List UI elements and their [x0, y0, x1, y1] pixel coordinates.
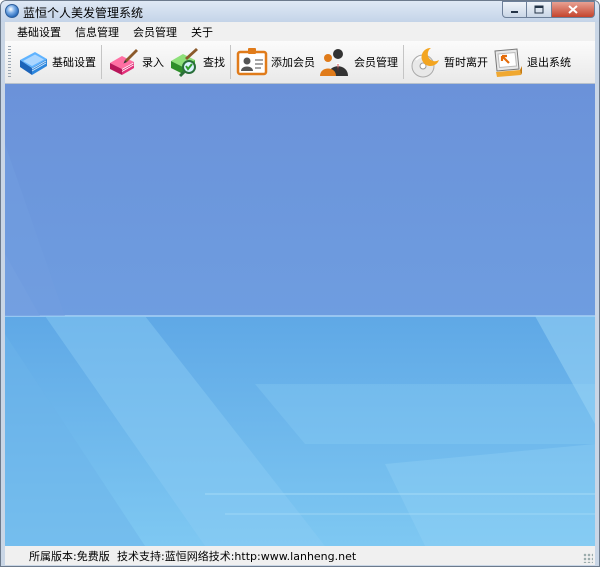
basic-settings-button[interactable]: 基础设置: [15, 43, 98, 81]
blue-book-icon: [20, 52, 47, 75]
member-management-button[interactable]: 会员管理: [317, 43, 400, 81]
support-status: 技术支持:蓝恒网络技术:http:www.lanheng.net: [117, 549, 357, 563]
background-pattern: [5, 84, 595, 546]
window-title: 蓝恒个人美发管理系统: [23, 6, 144, 20]
toolbar-separator: [101, 45, 102, 79]
menu-basic-settings[interactable]: 基础设置: [5, 24, 68, 40]
maximize-icon: [534, 5, 544, 14]
entry-button[interactable]: 录入: [105, 43, 166, 81]
edition-status: 所属版本:免费版: [29, 549, 110, 563]
away-button[interactable]: 暂时离开: [407, 43, 490, 81]
resize-grip-icon[interactable]: [583, 553, 593, 563]
menu-info-management[interactable]: 信息管理: [68, 24, 126, 40]
window-controls: [502, 1, 595, 18]
menu-bar: 基础设置 信息管理 会员管理 关于: [5, 22, 595, 41]
app-logo-icon: [5, 4, 19, 18]
title-bar[interactable]: 蓝恒个人美发管理系统: [1, 1, 599, 22]
main-content-area: [5, 84, 595, 546]
member-management-label: 会员管理: [354, 56, 398, 69]
minimize-button[interactable]: [502, 1, 527, 18]
close-icon: [568, 5, 578, 14]
moon-disc-icon: [411, 47, 439, 78]
toolbar-grip[interactable]: [8, 46, 11, 78]
app-window: 蓝恒个人美发管理系统 基础设置 信息管理 会员管理 关于 基础设置 录入 查找 …: [0, 0, 600, 567]
people-icon: [320, 49, 348, 76]
green-book-search-icon: [171, 48, 198, 78]
add-member-button[interactable]: 添加会员: [234, 43, 317, 81]
maximize-button[interactable]: [527, 1, 552, 18]
toolbar-separator: [403, 45, 404, 79]
search-button[interactable]: 查找: [166, 43, 227, 81]
status-bar: 所属版本:免费版 技术支持:蓝恒网络技术:http:www.lanheng.ne…: [5, 546, 595, 565]
menu-member-management[interactable]: 会员管理: [126, 24, 184, 40]
toolbar-separator: [230, 45, 231, 79]
exit-label: 退出系统: [527, 56, 571, 69]
pink-book-pen-icon: [110, 49, 138, 75]
exit-monitor-icon: [494, 48, 522, 77]
away-label: 暂时离开: [444, 56, 488, 69]
menu-about[interactable]: 关于: [184, 24, 220, 40]
entry-label: 录入: [142, 56, 164, 69]
close-button[interactable]: [552, 1, 595, 18]
add-member-label: 添加会员: [271, 56, 315, 69]
minimize-icon: [511, 11, 518, 13]
member-card-icon: [236, 48, 268, 76]
exit-button[interactable]: 退出系统: [490, 43, 573, 81]
toolbar: 基础设置 录入 查找 添加会员 会员管理 暂时离开 退出系统: [5, 41, 595, 84]
basic-settings-label: 基础设置: [52, 56, 96, 69]
search-label: 查找: [203, 56, 225, 69]
